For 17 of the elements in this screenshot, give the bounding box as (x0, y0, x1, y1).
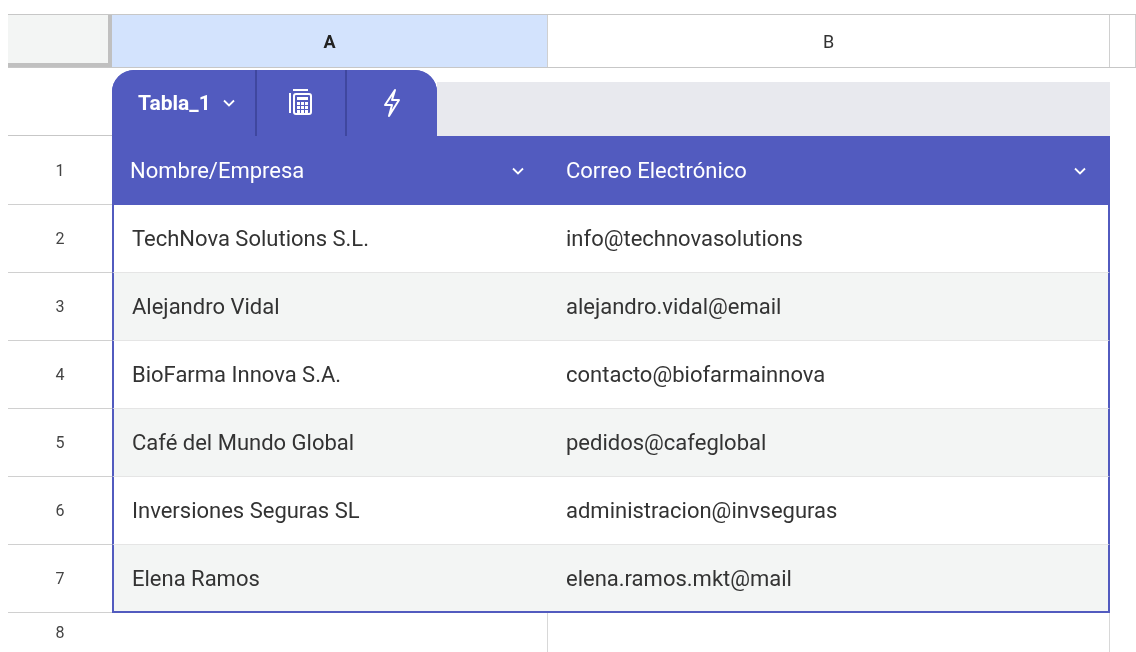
table-name-button[interactable]: Tabla_1 (112, 70, 257, 136)
row-number[interactable]: 4 (8, 341, 112, 409)
table-cell: Café del Mundo Global (112, 409, 548, 477)
row-number[interactable]: 6 (8, 477, 112, 545)
table-cell: Elena Ramos (112, 545, 548, 613)
calculator-icon (287, 89, 314, 117)
table-cell: elena.ramos.mkt@mail (548, 545, 1110, 613)
column-header[interactable]: A (112, 15, 548, 67)
table-cell: alejandro.vidal@email (548, 273, 1110, 341)
table-cell: Alejandro Vidal (112, 273, 548, 341)
column-heading-label: Nombre/Empresa (130, 158, 305, 183)
row-number[interactable]: 8 (8, 613, 112, 652)
column-heading[interactable]: Correo Electrónico (548, 136, 1110, 205)
row-number[interactable]: 2 (8, 205, 112, 273)
table-cell: pedidos@cafeglobal (548, 409, 1110, 477)
column-heading-label: Correo Electrónico (566, 158, 747, 183)
column-heading[interactable]: Nombre/Empresa (112, 136, 548, 205)
